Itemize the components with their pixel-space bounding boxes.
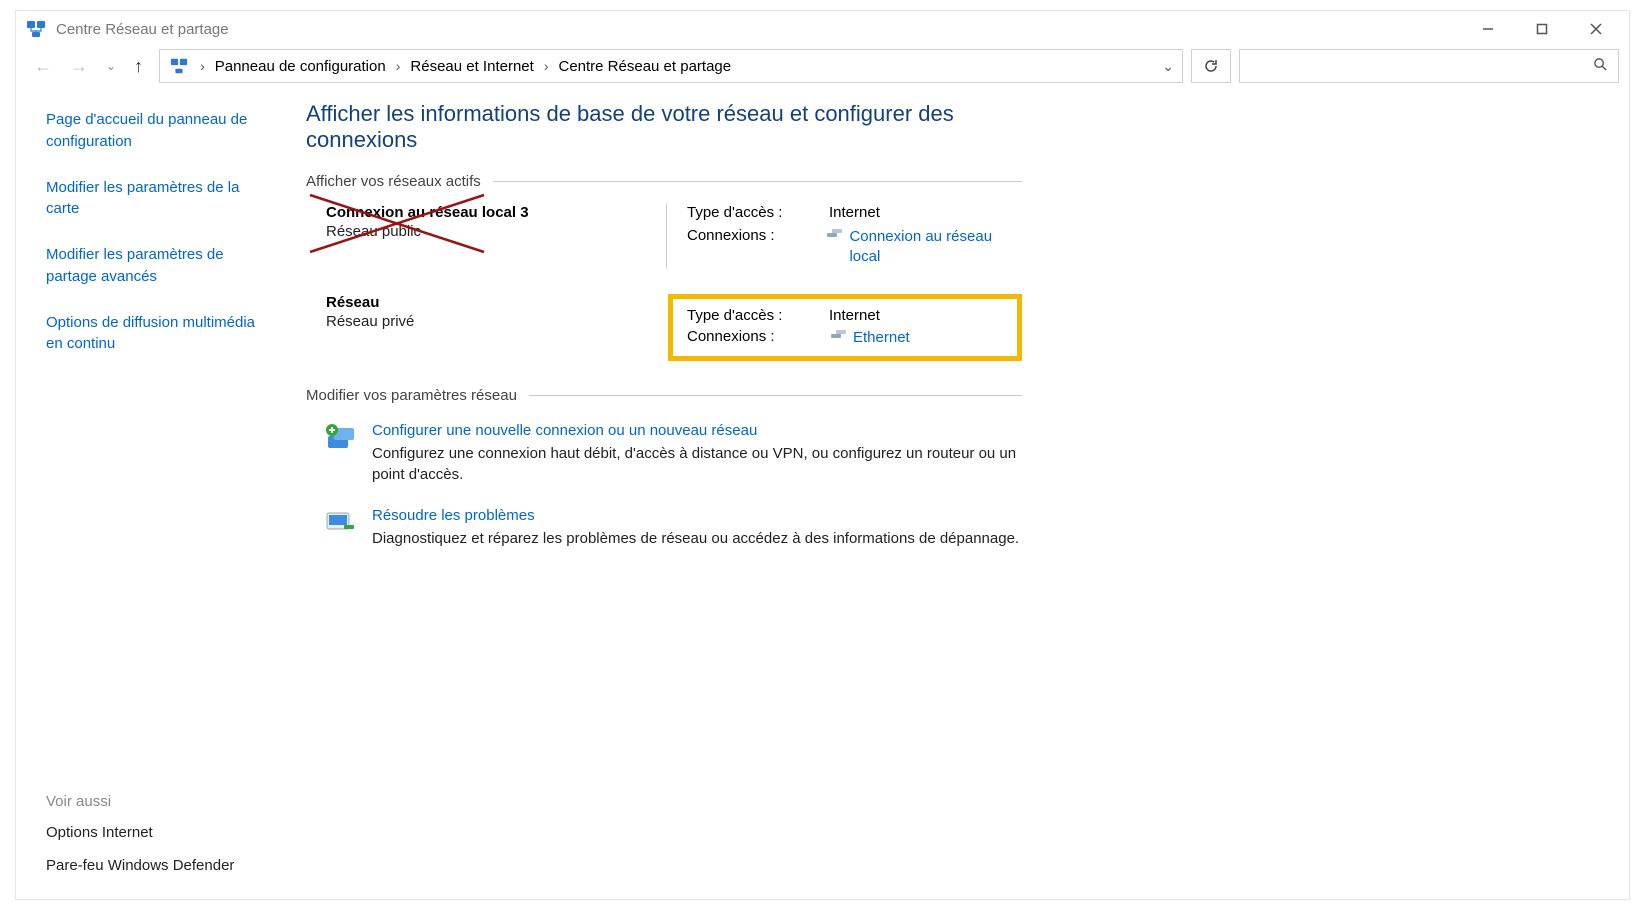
search-box[interactable] xyxy=(1239,49,1619,83)
sidebar-link-control-panel-home[interactable]: Page d'accueil du panneau de configurati… xyxy=(46,109,274,153)
address-box[interactable]: › Panneau de configuration › Réseau et I… xyxy=(159,49,1183,83)
chevron-right-icon: › xyxy=(544,58,549,74)
connection-link[interactable]: Connexion au réseau local xyxy=(849,227,1022,268)
active-networks-heading: Afficher vos réseaux actifs xyxy=(306,173,1022,190)
action-troubleshoot: Résoudre les problèmes Diagnostiquez et … xyxy=(306,503,1022,567)
access-type-value: Internet xyxy=(829,204,880,221)
sidebar-link-advanced-sharing[interactable]: Modifier les paramètres de partage avanc… xyxy=(46,244,274,288)
ethernet-icon xyxy=(825,227,843,241)
connections-label: Connexions : xyxy=(687,227,825,244)
connection-link[interactable]: Ethernet xyxy=(853,328,910,348)
network-category: Réseau public xyxy=(326,223,666,240)
see-also-windows-defender-firewall[interactable]: Pare-feu Windows Defender xyxy=(46,855,274,877)
connections-label: Connexions : xyxy=(687,328,829,345)
sidebar: Page d'accueil du panneau de configurati… xyxy=(16,91,292,899)
action-description: Configurez une connexion haut débit, d'a… xyxy=(372,443,1022,485)
up-button[interactable]: ↑ xyxy=(134,56,143,77)
app-window: Centre Réseau et partage ← → ⌄ ↑ xyxy=(15,10,1630,900)
chevron-right-icon: › xyxy=(396,58,401,74)
window-title: Centre Réseau et partage xyxy=(56,21,229,38)
page-title: Afficher les informations de base de vot… xyxy=(306,101,1022,153)
access-type-label: Type d'accès : xyxy=(687,204,829,221)
network-category: Réseau privé xyxy=(326,313,666,330)
address-bar-row: ← → ⌄ ↑ › Panneau de configuration › Rés… xyxy=(16,47,1629,91)
sidebar-link-media-streaming[interactable]: Options de diffusion multimédia en conti… xyxy=(46,312,274,356)
back-button[interactable]: ← xyxy=(34,56,52,77)
titlebar: Centre Réseau et partage xyxy=(16,11,1629,47)
highlight-annotation: Type d'accès : Internet Connexions : Eth… xyxy=(668,294,1022,361)
see-also-internet-options[interactable]: Options Internet xyxy=(46,822,274,844)
change-settings-heading: Modifier vos paramètres réseau xyxy=(306,387,1022,404)
network-center-icon xyxy=(168,55,190,77)
minimize-button[interactable] xyxy=(1461,11,1515,47)
recent-locations-dropdown[interactable]: ⌄ xyxy=(106,59,116,73)
sidebar-link-adapter-settings[interactable]: Modifier les paramètres de la carte xyxy=(46,177,274,221)
ethernet-icon xyxy=(829,328,847,342)
see-also-heading: Voir aussi xyxy=(46,793,274,810)
search-icon xyxy=(1593,57,1608,76)
network-center-icon xyxy=(22,19,50,39)
close-button[interactable] xyxy=(1569,11,1623,47)
network-name: Connexion au réseau local 3 xyxy=(326,204,666,221)
access-type-value: Internet xyxy=(829,307,880,324)
access-type-label: Type d'accès : xyxy=(687,307,829,324)
new-connection-icon xyxy=(324,422,356,454)
breadcrumb-item[interactable]: Panneau de configuration xyxy=(215,58,386,75)
action-link-new-connection[interactable]: Configurer une nouvelle connexion ou un … xyxy=(372,422,757,439)
troubleshoot-icon xyxy=(324,507,356,539)
network-name: Réseau xyxy=(326,294,666,311)
forward-button[interactable]: → xyxy=(70,56,88,77)
network-block: Réseau Réseau privé Type d'accès : Inter… xyxy=(306,294,1022,361)
maximize-button[interactable] xyxy=(1515,11,1569,47)
breadcrumb-item[interactable]: Réseau et Internet xyxy=(410,58,533,75)
refresh-button[interactable] xyxy=(1191,49,1231,83)
address-dropdown[interactable]: ⌄ xyxy=(1162,58,1174,75)
action-new-connection: Configurer une nouvelle connexion ou un … xyxy=(306,418,1022,503)
chevron-right-icon: › xyxy=(200,58,205,74)
breadcrumb-item[interactable]: Centre Réseau et partage xyxy=(558,58,731,75)
network-block: Connexion au réseau local 3 Réseau publi… xyxy=(306,204,1022,268)
main-content: Afficher les informations de base de vot… xyxy=(292,91,1052,899)
action-description: Diagnostiquez et réparez les problèmes d… xyxy=(372,528,1019,549)
action-link-troubleshoot[interactable]: Résoudre les problèmes xyxy=(372,507,535,524)
